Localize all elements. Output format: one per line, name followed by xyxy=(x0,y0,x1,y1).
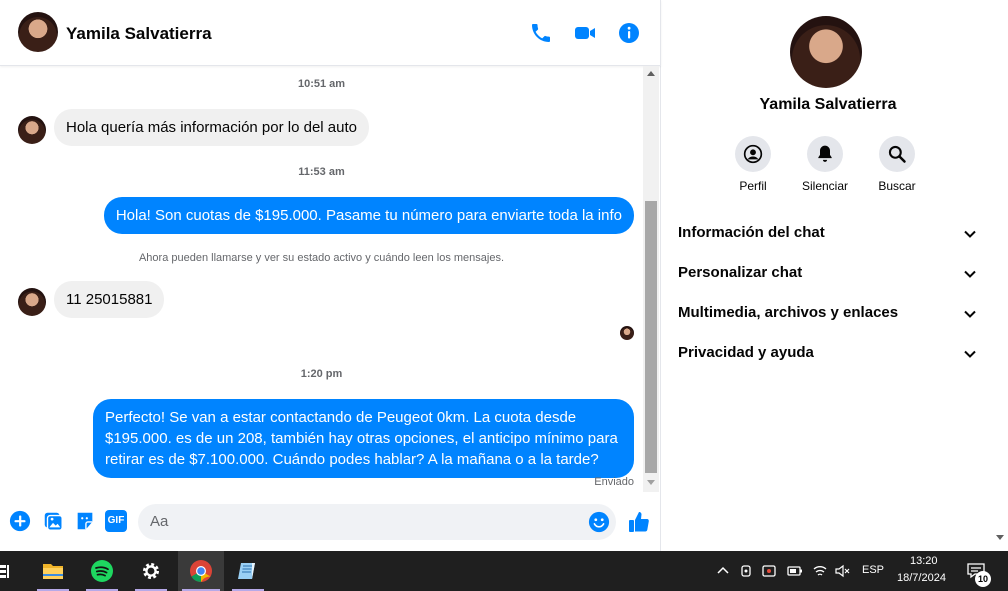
windows-taskbar: ESP 13:20 18/7/2024 10 xyxy=(0,551,1008,591)
sender-avatar[interactable] xyxy=(18,288,46,316)
battery-icon[interactable] xyxy=(787,563,803,579)
incoming-message[interactable]: Hola quería más información por lo del a… xyxy=(54,109,369,146)
outgoing-message[interactable]: Perfecto! Se van a estar contactando de … xyxy=(93,399,634,478)
scroll-up-arrow[interactable] xyxy=(647,71,655,76)
chrome-icon xyxy=(190,560,212,582)
message-list[interactable]: 10:51 am Hola quería más información por… xyxy=(0,66,643,496)
info-icon[interactable] xyxy=(617,21,641,45)
composer-bar: GIF Aa xyxy=(0,496,661,551)
message-input-placeholder: Aa xyxy=(150,513,169,530)
profile-avatar[interactable] xyxy=(790,16,862,88)
message-scrollbar[interactable] xyxy=(643,66,659,492)
camera-record-icon[interactable] xyxy=(762,563,778,579)
folder-icon xyxy=(43,564,63,579)
encryption-notice: Ahora pueden llamarse y ver su estado ac… xyxy=(138,252,505,264)
section-chat-info[interactable]: Información del chat xyxy=(678,224,978,252)
sender-avatar[interactable] xyxy=(18,116,46,144)
section-label: Privacidad y ayuda xyxy=(678,344,814,361)
chevron-down-icon xyxy=(964,270,976,278)
message-input[interactable]: Aa xyxy=(138,504,616,540)
search-icon xyxy=(888,145,906,163)
conversation-info-panel: Yamila Salvatierra Perfil Silenciar Busc… xyxy=(662,0,1008,551)
mute-button[interactable]: Silenciar xyxy=(795,136,855,193)
sent-status: Enviado xyxy=(594,476,634,488)
contact-name[interactable]: Yamila Salvatierra xyxy=(66,24,212,44)
notification-badge: 10 xyxy=(975,571,991,587)
video-call-icon[interactable] xyxy=(573,21,597,45)
outgoing-message[interactable]: Hola! Son cuotas de $195.000. Pasame tu … xyxy=(103,197,634,234)
taskbar-settings[interactable] xyxy=(131,551,171,591)
search-button[interactable]: Buscar xyxy=(867,136,927,193)
messenger-window: Yamila Salvatierra 10:51 am Hola quería … xyxy=(0,0,1008,551)
timestamp: 10:51 am xyxy=(297,78,346,90)
section-media-files[interactable]: Multimedia, archivos y enlaces xyxy=(678,304,978,332)
search-label: Buscar xyxy=(878,179,916,193)
gear-icon xyxy=(142,562,160,580)
section-customize-chat[interactable]: Personalizar chat xyxy=(678,264,978,292)
meet-now-icon[interactable] xyxy=(739,563,755,579)
incoming-message[interactable]: 11 25015881 xyxy=(54,281,165,318)
emoji-icon[interactable] xyxy=(588,511,610,533)
chevron-down-icon xyxy=(964,310,976,318)
chat-column: Yamila Salvatierra 10:51 am Hola quería … xyxy=(0,0,661,551)
section-privacy-help[interactable]: Privacidad y ayuda xyxy=(678,344,978,372)
clock-time[interactable]: 13:20 xyxy=(910,555,938,567)
taskbar-chrome[interactable] xyxy=(178,551,224,591)
taskbar-notes-app[interactable] xyxy=(228,551,268,591)
input-language[interactable]: ESP xyxy=(862,564,884,576)
gif-icon[interactable]: GIF xyxy=(105,510,127,532)
profile-name: Yamila Salvatierra xyxy=(759,96,897,113)
timestamp: 11:53 am xyxy=(298,166,345,178)
read-receipt-avatar xyxy=(620,326,634,340)
chevron-down-icon xyxy=(964,350,976,358)
mute-label: Silenciar xyxy=(801,179,849,193)
profile-label: Perfil xyxy=(739,179,767,193)
sticker-icon[interactable] xyxy=(74,510,96,532)
clock-date[interactable]: 18/7/2024 xyxy=(897,572,946,584)
profile-button[interactable]: Perfil xyxy=(723,136,783,193)
spotify-icon xyxy=(91,560,113,582)
panel-scroll-down-arrow[interactable] xyxy=(996,535,1004,540)
taskbar-file-explorer[interactable] xyxy=(33,551,73,591)
notepad-icon xyxy=(238,563,255,579)
taskbar-spotify[interactable] xyxy=(82,551,122,591)
wifi-icon[interactable] xyxy=(812,563,828,579)
section-label: Información del chat xyxy=(678,224,825,241)
contact-avatar[interactable] xyxy=(18,12,58,52)
chevron-up-icon[interactable] xyxy=(715,563,731,579)
volume-muted-icon[interactable] xyxy=(834,563,850,579)
profile-icon xyxy=(743,144,763,164)
chat-header: Yamila Salvatierra xyxy=(0,0,661,66)
scroll-down-arrow[interactable] xyxy=(647,480,655,485)
photo-icon[interactable] xyxy=(42,510,64,532)
scroll-thumb[interactable] xyxy=(645,201,657,473)
chevron-down-icon xyxy=(964,230,976,238)
section-label: Personalizar chat xyxy=(678,264,803,281)
task-view-icon[interactable] xyxy=(0,563,10,579)
plus-icon[interactable] xyxy=(9,510,31,532)
bell-icon xyxy=(818,145,832,162)
phone-icon[interactable] xyxy=(529,21,553,45)
section-label: Multimedia, archivos y enlaces xyxy=(678,304,899,321)
timestamp: 1:20 pm xyxy=(300,368,343,380)
thumbs-up-icon[interactable] xyxy=(627,510,651,534)
